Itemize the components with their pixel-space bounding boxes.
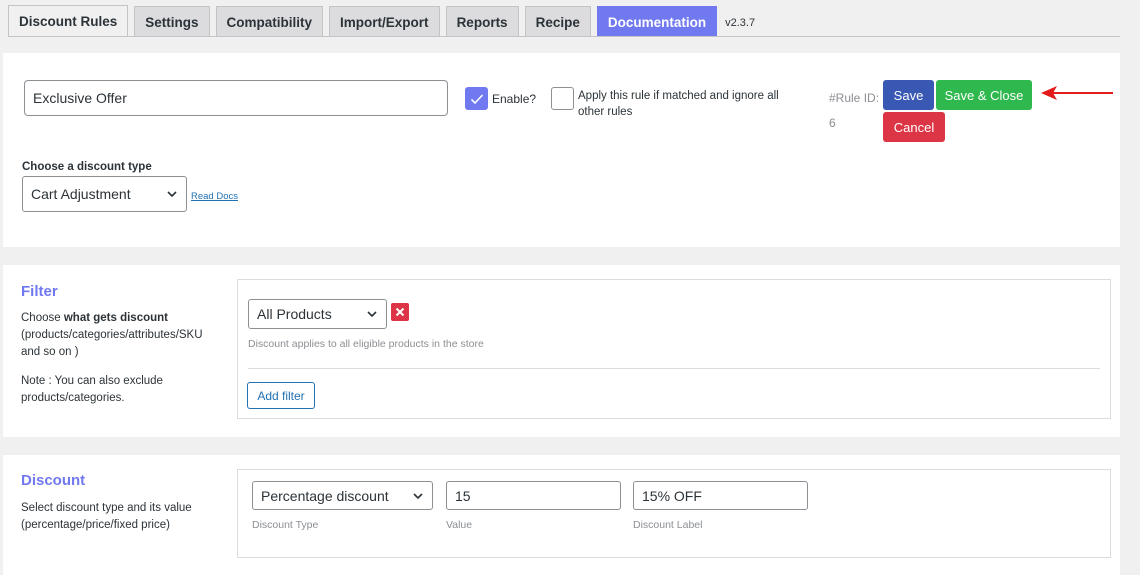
rule-id-value: 6: [829, 116, 836, 130]
tab-recipe[interactable]: Recipe: [524, 6, 591, 37]
red-arrow-annotation-icon: [1041, 86, 1113, 100]
filter-note: Note : You can also exclude products/cat…: [21, 375, 163, 404]
save-and-close-button[interactable]: Save & Close: [936, 80, 1032, 110]
rule-settings-panel: Exclusive Offer Enable? Apply this rule …: [3, 53, 1120, 247]
discount-value-hint: Value: [446, 519, 473, 531]
close-icon: [395, 307, 405, 317]
rule-id-label: #Rule ID:: [829, 91, 880, 105]
filter-desc-prefix: Choose: [21, 312, 64, 324]
discount-description: Select discount type and its value (perc…: [21, 502, 192, 531]
tab-divider: [8, 36, 1120, 37]
version-label: v2.3.7: [725, 17, 756, 29]
filter-hint: Discount applies to all eligible product…: [248, 338, 484, 350]
filter-type-value: All Products: [257, 306, 332, 322]
filter-divider: [248, 368, 1100, 369]
discount-panel: Discount Select discount type and its va…: [3, 455, 1120, 575]
chevron-down-icon: [413, 492, 423, 499]
discount-box: Percentage discount Discount Type 15 Val…: [237, 469, 1111, 558]
rule-name-value: Exclusive Offer: [33, 90, 127, 106]
tab-documentation[interactable]: Documentation: [596, 6, 718, 37]
chevron-down-icon: [167, 191, 177, 198]
tab-reports[interactable]: Reports: [445, 6, 519, 37]
discount-type-value: Cart Adjustment: [31, 186, 131, 202]
add-filter-button[interactable]: Add filter: [247, 382, 315, 409]
save-button[interactable]: Save: [883, 80, 934, 110]
discount-method-hint: Discount Type: [252, 519, 319, 531]
filter-desc-rest: (products/categories/attributes/SKU and …: [21, 329, 203, 358]
filter-box: All Products Discount applies to all eli…: [237, 279, 1111, 419]
enable-label: Enable?: [492, 92, 537, 106]
remove-filter-button[interactable]: [391, 303, 409, 321]
discount-type-label: Choose a discount type: [22, 161, 152, 173]
discount-method-select[interactable]: Percentage discount: [252, 481, 433, 510]
discount-label-value: 15% OFF: [642, 487, 702, 504]
filter-desc-bold: what gets discount: [63, 312, 168, 324]
chevron-down-icon: [367, 311, 377, 318]
tab-discount-rules[interactable]: Discount Rules: [8, 5, 129, 37]
filter-panel: Filter Choose what gets discount (produc…: [3, 265, 1120, 437]
apply-exclusive-label: Apply this rule if matched and ignore al…: [578, 90, 779, 118]
discount-value: 15: [455, 487, 471, 504]
rule-name-input[interactable]: Exclusive Offer: [24, 80, 448, 116]
discount-title: Discount: [21, 472, 86, 489]
filter-description: Choose what gets discount (products/cate…: [21, 310, 221, 361]
discount-label-hint: Discount Label: [633, 519, 703, 531]
tab-bar: Discount Rules Settings Compatibility Im…: [8, 5, 755, 37]
tab-settings[interactable]: Settings: [134, 6, 210, 37]
apply-exclusive-checkbox[interactable]: [551, 87, 574, 110]
discount-value-input[interactable]: 15: [446, 481, 621, 510]
read-docs-link[interactable]: Read Docs: [191, 191, 238, 202]
enable-checkbox[interactable]: [465, 87, 488, 110]
filter-title: Filter: [21, 283, 58, 300]
discount-type-select[interactable]: Cart Adjustment: [22, 176, 187, 212]
discount-method-value: Percentage discount: [261, 487, 389, 504]
discount-label-input[interactable]: 15% OFF: [633, 481, 808, 510]
tab-import-export[interactable]: Import/Export: [329, 6, 440, 37]
filter-type-select[interactable]: All Products: [248, 299, 387, 329]
tab-compatibility[interactable]: Compatibility: [215, 6, 324, 37]
cancel-button[interactable]: Cancel: [883, 112, 945, 142]
checkmark-icon: [470, 93, 483, 104]
